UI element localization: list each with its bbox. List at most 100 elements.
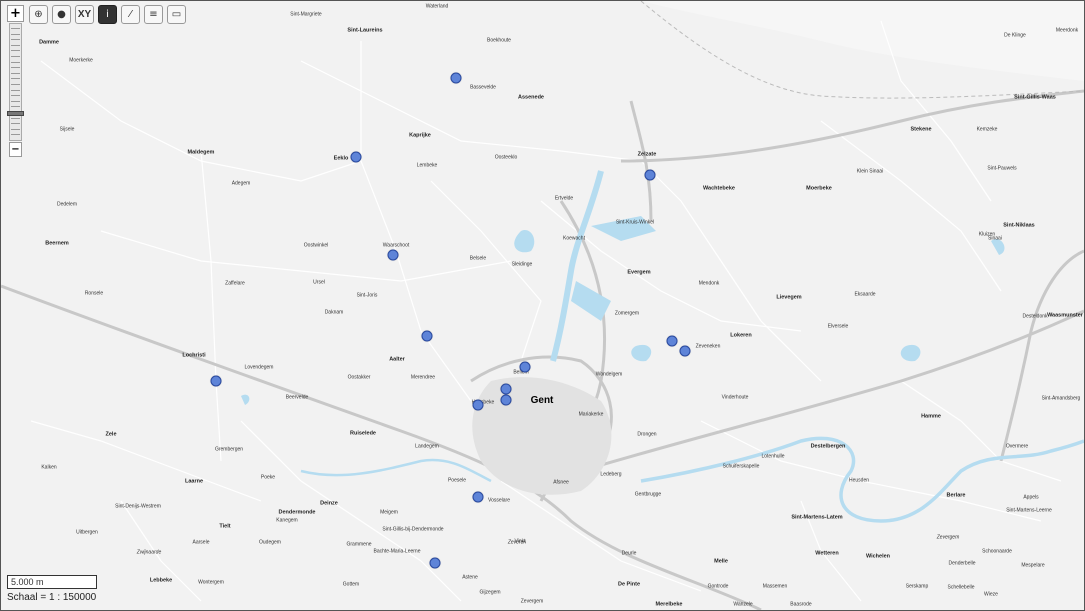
place-label: Mariakerke <box>578 411 604 418</box>
place-label: Vinderhoute <box>721 394 749 401</box>
place-label: Uitbergen <box>76 529 98 536</box>
place-label: Adegem <box>231 180 251 187</box>
map-viewer: Gent Sint-Margriete Waterland Sint-Laureins… <box>0 0 1085 611</box>
place-label: Aalter <box>389 356 405 363</box>
place-label: Sint-Gillis-bij-Dendermonde <box>382 526 444 533</box>
location-marker[interactable] <box>210 375 222 387</box>
place-label: Wetteren <box>815 550 839 557</box>
measure-tool-button[interactable]: ⁄ <box>121 5 140 24</box>
location-marker[interactable] <box>472 399 484 411</box>
place-label: Gent <box>530 395 554 406</box>
place-label: Bassevelde <box>470 84 496 91</box>
place-label: Boekhoute <box>487 37 511 44</box>
zoom-slider-handle[interactable] <box>7 111 24 116</box>
place-label: Sint-Niklaas <box>1003 222 1035 229</box>
place-label: Desteldonk <box>1022 313 1048 320</box>
place-label: Wieze <box>984 591 998 598</box>
place-label: Wondelgem <box>595 371 623 378</box>
zoom-slider-track[interactable] <box>9 23 22 141</box>
place-label: Zomergem <box>614 310 640 317</box>
folder-icon: ▭ <box>171 9 182 20</box>
place-label: Sint-Denijs-Westrem <box>115 503 161 510</box>
place-label: Heusden <box>848 477 870 484</box>
location-marker[interactable] <box>666 335 678 347</box>
place-label: Eeklo <box>333 155 349 162</box>
place-label: Sint-Joris <box>356 292 378 299</box>
zoom-tick <box>11 100 20 102</box>
print-tool-button[interactable]: ≡ <box>144 5 163 24</box>
map-canvas[interactable] <box>1 1 1084 610</box>
place-label: Oostwinkel <box>303 242 329 249</box>
place-label: Elversele <box>827 323 849 330</box>
zoom-in-tool-button[interactable]: ⊕ <box>29 5 48 24</box>
location-marker[interactable] <box>644 169 656 181</box>
globe-tool-button[interactable]: ● <box>52 5 71 24</box>
place-label: Zevergem <box>520 598 544 605</box>
place-label: Zaffelare <box>225 280 245 287</box>
info-tool-button[interactable]: i <box>98 5 117 24</box>
place-label: Dedelem <box>56 201 78 208</box>
place-label: Daknam <box>324 309 344 316</box>
place-label: Wanzele <box>733 601 753 608</box>
place-label: Waasmunster <box>1047 312 1083 319</box>
location-marker[interactable] <box>421 330 433 342</box>
scale-bar: 5.000 m <box>7 575 97 589</box>
place-label: Klein Sinaai <box>856 168 884 175</box>
place-label: Sint-Margriete <box>290 11 322 18</box>
location-marker[interactable] <box>472 491 484 503</box>
zoom-in-button[interactable]: + <box>7 5 24 22</box>
place-label: Oudegem <box>259 539 281 546</box>
location-marker[interactable] <box>429 557 441 569</box>
location-marker[interactable] <box>519 361 531 373</box>
place-label: Melle <box>714 558 728 565</box>
scale-box: 5.000 m Schaal = 1 : 150000 <box>7 575 97 603</box>
place-label: Zelzate <box>637 151 657 158</box>
place-label: Sinaai <box>988 235 1002 242</box>
place-label: Sint-Amandsberg <box>1041 395 1081 402</box>
zoom-out-button[interactable]: − <box>9 142 22 157</box>
layers-tool-button[interactable]: ▭ <box>167 5 186 24</box>
place-label: Sijsele <box>59 126 75 133</box>
location-marker[interactable] <box>500 383 512 395</box>
place-label: De Klinge <box>1004 32 1026 39</box>
place-label: Zele <box>105 431 117 438</box>
location-marker[interactable] <box>350 151 362 163</box>
location-marker[interactable] <box>450 72 462 84</box>
place-label: Meigem <box>380 509 398 516</box>
location-marker[interactable] <box>500 394 512 406</box>
place-label: Meerdonk <box>1055 27 1079 34</box>
place-label: Vosselare <box>488 497 510 504</box>
place-label: Damme <box>39 39 59 46</box>
place-label: Grembergen <box>214 446 244 453</box>
zoom-tick <box>11 39 20 41</box>
zoom-tick <box>11 128 20 130</box>
place-label: Gijzegem <box>479 589 501 596</box>
zoom-tick <box>11 134 20 136</box>
place-label: Lembeke <box>416 162 438 169</box>
place-label: Tielt <box>219 523 231 530</box>
place-label: Sint-Kruis-Winkel <box>615 219 655 226</box>
location-marker[interactable] <box>387 249 399 261</box>
place-label: Kemzeke <box>976 126 998 133</box>
place-label: Sint-Laureins <box>347 27 383 34</box>
place-label: Overmere <box>1005 443 1029 450</box>
place-label: Massemen <box>762 583 788 590</box>
place-label: Schuiferskapelle <box>722 463 760 470</box>
place-label: Astene <box>462 574 478 581</box>
zoom-tick <box>11 95 20 97</box>
place-label: Denderbelle <box>948 560 976 567</box>
place-label: Gentbrugge <box>634 491 662 498</box>
place-label: Appels <box>1023 494 1039 501</box>
place-label: Serskamp <box>905 583 929 590</box>
xy-tool-button[interactable]: XY <box>75 5 94 24</box>
pin-tool-icon: ≡ <box>149 9 158 20</box>
place-label: Merendree <box>410 374 436 381</box>
place-label: Lochristi <box>182 352 206 359</box>
zoom-tick <box>11 50 20 52</box>
zoom-tick <box>11 84 20 85</box>
location-marker[interactable] <box>679 345 691 357</box>
place-label: Waterland <box>425 3 449 10</box>
ruler-icon: ⁄ <box>129 9 132 20</box>
place-label: Afsnee <box>553 479 569 486</box>
place-label: De Pinte <box>617 581 641 588</box>
